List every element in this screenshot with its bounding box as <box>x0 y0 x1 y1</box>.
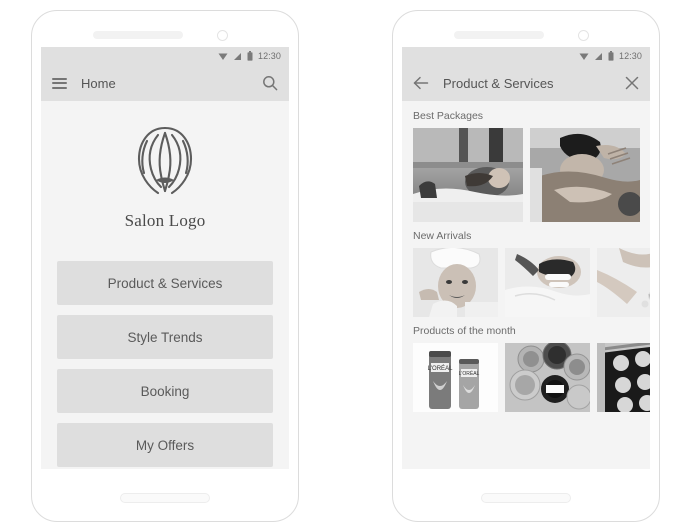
status-bar-clock: 12:30 <box>618 51 642 61</box>
tile-facial-mask-treatment[interactable] <box>505 248 590 317</box>
svg-text:L'ORÉAL: L'ORÉAL <box>459 370 480 377</box>
signal-icon <box>233 52 242 61</box>
tile-woman-with-towel-facial[interactable] <box>413 248 498 317</box>
close-icon[interactable] <box>625 76 639 90</box>
salon-logo: Salon Logo <box>125 123 206 231</box>
status-bar-icons <box>579 51 614 61</box>
phone-front-camera <box>578 30 589 41</box>
phone-speaker-grille <box>93 31 183 39</box>
search-icon[interactable] <box>262 75 278 91</box>
tile-makeup-palette[interactable] <box>597 343 650 412</box>
tile-makeup-pots[interactable] <box>505 343 590 412</box>
menu-button-product-services[interactable]: Product & Services <box>57 261 273 305</box>
section-best-packages: Best Packages <box>402 110 650 222</box>
tile-arm-spa-treatment[interactable] <box>597 248 650 317</box>
menu-button-booking[interactable]: Booking <box>57 369 273 413</box>
section-title: New Arrivals <box>413 230 472 242</box>
tile-loreal-shampoo-bottles[interactable]: L'ORÉAL L'ORÉAL <box>413 343 498 412</box>
phone-device-left: 12:30 Home Salon Logo Product & Services… <box>31 10 299 522</box>
salon-hair-logo-icon <box>128 123 202 206</box>
tile-row-new-arrivals[interactable] <box>402 248 650 317</box>
page-title: Product & Services <box>443 75 554 91</box>
status-bar-clock: 12:30 <box>257 51 281 61</box>
page-title: Home <box>81 75 116 91</box>
section-title: Products of the month <box>413 325 516 337</box>
phone-device-right: 12:30 Product & Services Best Packages N… <box>392 10 660 522</box>
status-bar: 12:30 <box>41 47 289 65</box>
tile-row-best-packages[interactable] <box>402 128 650 222</box>
battery-icon <box>247 51 253 61</box>
status-bar: 12:30 <box>402 47 650 65</box>
tile-row-products-of-the-month[interactable]: L'ORÉAL L'ORÉAL <box>402 343 650 412</box>
phone-home-button[interactable] <box>120 493 210 503</box>
battery-icon <box>608 51 614 61</box>
section-title: Best Packages <box>413 110 484 122</box>
back-arrow-icon[interactable] <box>413 76 429 90</box>
phone-home-button[interactable] <box>481 493 571 503</box>
salon-logo-text: Salon Logo <box>124 211 206 230</box>
signal-icon <box>594 52 603 61</box>
phone-front-camera <box>217 30 228 41</box>
hamburger-menu-icon[interactable] <box>52 77 67 89</box>
catalog-content: Best Packages New Arrivals Products of t… <box>402 101 650 469</box>
wifi-icon <box>579 52 589 61</box>
svg-text:L'ORÉAL: L'ORÉAL <box>428 365 453 372</box>
menu-button-my-offers[interactable]: My Offers <box>57 423 273 467</box>
wifi-icon <box>218 52 228 61</box>
product-services-screen: 12:30 Product & Services Best Packages N… <box>402 47 650 469</box>
tile-back-massage[interactable] <box>530 128 640 222</box>
phone-speaker-grille <box>454 31 544 39</box>
section-products-of-the-month: Products of the month L'ORÉAL L'ORÉAL <box>402 325 650 412</box>
app-bar: Product & Services <box>402 65 650 101</box>
home-content: Salon Logo Product & Services Style Tren… <box>41 101 289 469</box>
status-bar-icons <box>218 51 253 61</box>
tile-hair-washing-salon[interactable] <box>413 128 523 222</box>
home-screen: 12:30 Home Salon Logo Product & Services… <box>41 47 289 469</box>
main-menu: Product & Services Style Trends Booking … <box>57 261 273 467</box>
app-bar: Home <box>41 65 289 101</box>
menu-button-style-trends[interactable]: Style Trends <box>57 315 273 359</box>
section-new-arrivals: New Arrivals <box>402 230 650 317</box>
